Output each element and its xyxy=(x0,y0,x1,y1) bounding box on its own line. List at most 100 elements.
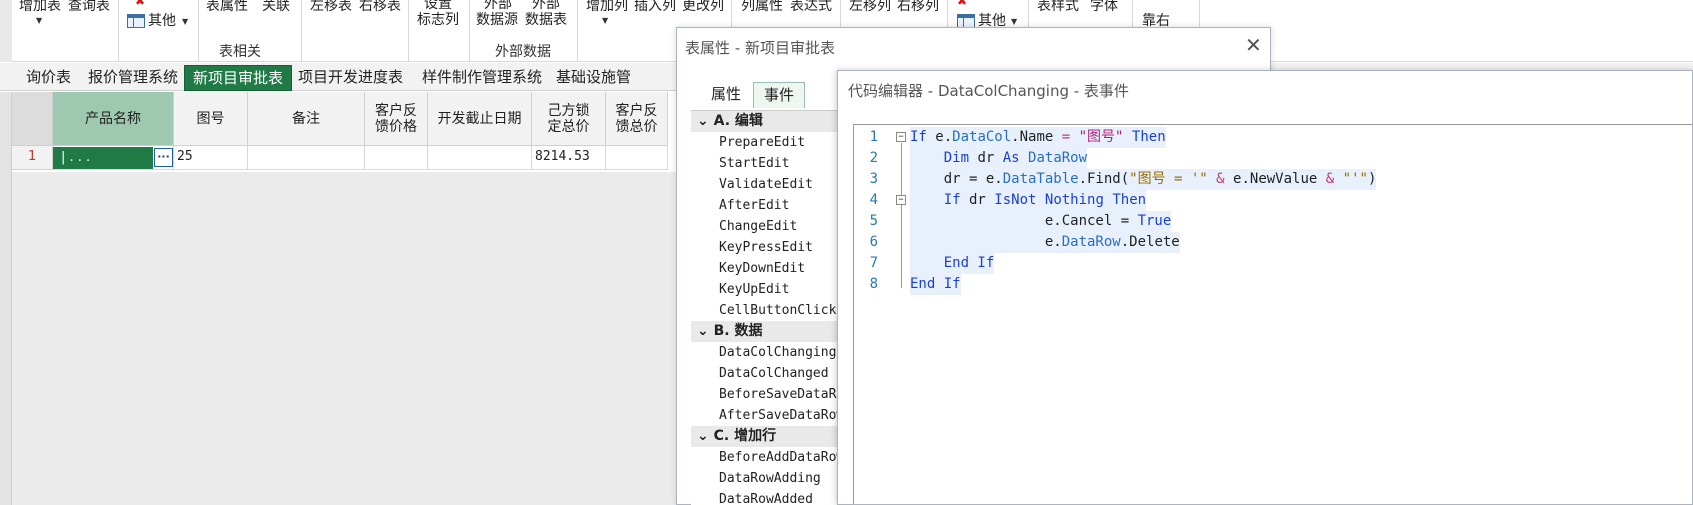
list-item[interactable]: DataColChanging xyxy=(719,342,836,363)
code-line[interactable]: dr = e.DataTable.Find("图号 = '" & e.NewVa… xyxy=(910,169,1377,190)
column-header-product-name[interactable]: 产品名称 xyxy=(53,92,174,146)
dialog-title: 表属性 - 新项目审批表 xyxy=(685,39,835,57)
code-token: "'" xyxy=(1342,171,1368,187)
expression-button[interactable]: 表达式 xyxy=(790,0,832,14)
category-label: B. 数据 xyxy=(713,323,763,339)
row-number[interactable]: 1 xyxy=(12,146,53,170)
code-line[interactable]: If dr IsNot Nothing Then xyxy=(910,190,1147,211)
collapse-icon[interactable]: − xyxy=(896,132,906,142)
chevron-down-icon[interactable]: ▼ xyxy=(182,17,188,26)
tab-new-project-approval[interactable]: 新项目审批表 xyxy=(184,65,293,91)
move-table-right-button[interactable]: 右移表 xyxy=(359,0,401,14)
column-header-drawing-number[interactable]: 图号 xyxy=(174,92,248,146)
change-column-button[interactable]: 更改列 xyxy=(682,0,724,14)
tab-infrastructure[interactable]: 基础设施管 xyxy=(548,65,639,91)
tab-quotation-system[interactable]: 报价管理系统 xyxy=(80,65,186,91)
table-cell[interactable] xyxy=(248,146,365,170)
set-flag-column-button-line1[interactable]: 设置 xyxy=(424,0,452,12)
list-item[interactable]: DataColChanged xyxy=(719,363,829,384)
list-item[interactable]: BeforeSaveDataRo xyxy=(719,384,844,405)
code-editor-area[interactable]: 1 2 3 4 5 6 7 8 − − If e.DataCol.Name = … xyxy=(853,124,1692,504)
list-item[interactable]: StartEdit xyxy=(719,153,789,174)
list-item[interactable]: KeyUpEdit xyxy=(719,279,789,300)
table-cell[interactable] xyxy=(365,146,428,170)
fold-guide xyxy=(901,143,902,288)
column-header-remarks[interactable]: 备注 xyxy=(248,92,365,146)
code-token: Dim xyxy=(943,150,970,166)
list-item[interactable]: CellButtonClick xyxy=(719,300,836,321)
collapse-icon[interactable]: − xyxy=(896,195,906,205)
list-item[interactable]: ChangeEdit xyxy=(719,216,797,237)
insert-column-button[interactable]: 插入列 xyxy=(634,0,676,14)
external-table-button-line2[interactable]: 数据表 xyxy=(525,12,567,28)
tab-inquiry[interactable]: 询价表 xyxy=(18,65,79,91)
tab-events[interactable]: 事件 xyxy=(753,82,806,108)
code-token: End If xyxy=(910,276,961,292)
column-header-customer-feedback-total[interactable]: 客户反 馈总价 xyxy=(606,92,668,146)
relation-button[interactable]: 关联 xyxy=(262,0,290,14)
move-table-left-button[interactable]: 左移表 xyxy=(310,0,352,14)
category-add-row[interactable]: ⌄ C. 增加行 xyxy=(691,426,841,447)
code-line[interactable]: Dim dr As DataRow xyxy=(910,148,1088,169)
data-grid[interactable]: 产品名称 图号 备注 客户反 馈价格 开发截止日期 己方锁 定总价 客户反 馈总… xyxy=(0,92,680,505)
category-data[interactable]: ⌄ B. 数据 xyxy=(691,321,841,342)
code-line[interactable]: End If xyxy=(910,274,961,295)
code-token: Then xyxy=(1131,129,1166,145)
close-icon[interactable]: ✕ xyxy=(1245,33,1262,57)
table-cell[interactable] xyxy=(428,146,532,170)
code-token: Nothing xyxy=(1044,192,1104,208)
column-properties-button[interactable]: 列属性 xyxy=(741,0,783,14)
column-header-dev-deadline[interactable]: 开发截止日期 xyxy=(428,92,532,146)
table-related-group-title: 表相关 xyxy=(219,44,261,60)
query-table-button[interactable]: 查询表 xyxy=(68,0,110,14)
code-line[interactable]: If e.DataCol.Name = "图号" Then xyxy=(910,127,1166,148)
set-flag-column-button-line2[interactable]: 标志列 xyxy=(417,12,459,28)
code-line[interactable]: End If xyxy=(910,253,995,274)
add-column-button[interactable]: 增加列 xyxy=(586,0,628,14)
list-item[interactable]: KeyDownEdit xyxy=(719,258,805,279)
font-button[interactable]: 字体 xyxy=(1090,0,1118,14)
category-edit[interactable]: ⌄ A. 编辑 xyxy=(691,111,841,132)
other-button[interactable]: 其他 xyxy=(148,13,176,29)
tab-properties[interactable]: 属性 xyxy=(701,82,751,108)
move-column-left-button[interactable]: 左移列 xyxy=(849,0,891,14)
category-label: C. 增加行 xyxy=(713,428,777,444)
table-cell[interactable]: 8214.53 xyxy=(532,146,606,170)
list-item[interactable]: PrepareEdit xyxy=(719,132,805,153)
code-line[interactable]: e.Cancel = True xyxy=(910,211,1172,232)
list-item[interactable]: ValidateEdit xyxy=(719,174,813,195)
code-token: DataTable xyxy=(1002,171,1079,187)
ellipsis-button[interactable]: ··· xyxy=(154,148,173,167)
table-properties-button[interactable]: 表属性 xyxy=(206,0,248,14)
grid-left-gutter xyxy=(0,92,12,505)
move-column-right-button[interactable]: 右移列 xyxy=(897,0,939,14)
grid-corner[interactable] xyxy=(12,92,53,146)
line-number: 1 xyxy=(869,129,878,145)
code-token: If xyxy=(910,129,927,145)
list-item[interactable]: AfterEdit xyxy=(719,195,789,216)
external-source-button-line2[interactable]: 数据源 xyxy=(476,12,518,28)
add-table-button[interactable]: 增加表 xyxy=(19,0,61,14)
chevron-down-icon[interactable]: ▼ xyxy=(36,16,42,25)
list-item[interactable]: AfterSaveDataRow xyxy=(719,405,844,426)
chevron-down-icon[interactable]: ▼ xyxy=(602,16,608,25)
tab-sample-management[interactable]: 样件制作管理系统 xyxy=(414,65,550,91)
list-item[interactable]: DataRowAdded xyxy=(719,489,813,505)
tab-project-progress[interactable]: 项目开发进度表 xyxy=(290,65,411,91)
column-header-locked-total-price[interactable]: 己方锁 定总价 xyxy=(532,92,606,146)
table-cell[interactable] xyxy=(606,146,668,170)
code-token: End If xyxy=(943,255,995,271)
list-item[interactable]: DataRowAdding xyxy=(719,468,821,489)
chevron-down-icon[interactable]: ▼ xyxy=(1011,17,1017,26)
code-line[interactable]: e.DataRow.Delete xyxy=(910,232,1180,253)
external-table-button-line1[interactable]: 外部 xyxy=(532,0,560,12)
code-token: & xyxy=(1325,171,1335,187)
table-style-button[interactable]: 表样式 xyxy=(1037,0,1079,14)
list-item[interactable]: BeforeAddDataRow xyxy=(719,447,844,468)
table-cell[interactable]: 25 xyxy=(174,146,248,170)
list-item[interactable]: KeyPressEdit xyxy=(719,237,813,258)
product-name-editor[interactable]: | . . . xyxy=(53,147,153,169)
ribbon-separator xyxy=(408,0,409,62)
column-header-customer-feedback-price[interactable]: 客户反 馈价格 xyxy=(365,92,428,146)
external-source-button-line1[interactable]: 外部 xyxy=(484,0,512,12)
